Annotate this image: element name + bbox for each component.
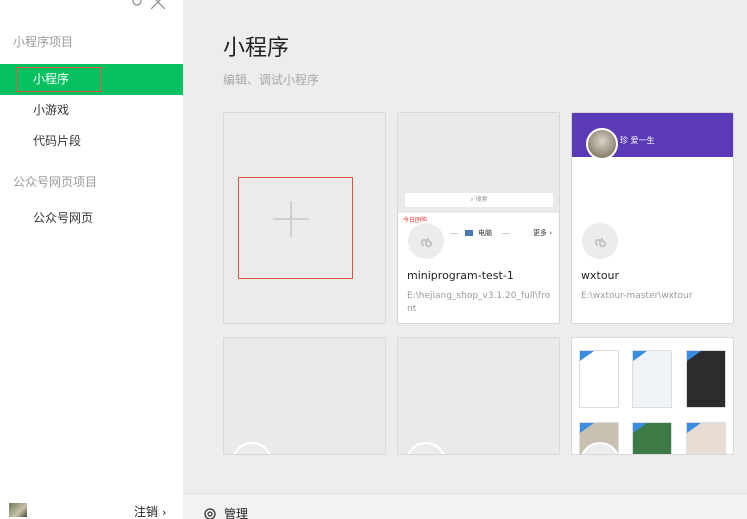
book-cover [686, 350, 726, 408]
selection-highlight [238, 177, 353, 279]
preview-divider [450, 233, 458, 234]
footer-bar: 管理 [183, 493, 747, 519]
manage-gear-icon[interactable] [203, 506, 217, 519]
project-card-wxtour[interactable]: 珍 爱一生 wxtour E:\wxtour-master\wxtour [571, 112, 734, 324]
project-path: E:\hejiang_shop_v3.1.20_full\front [407, 291, 551, 314]
sidebar-item-official-account-web[interactable]: 公众号网页 [0, 203, 183, 234]
preview-more: 更多 › [533, 229, 553, 237]
preview-category: 电脑 [478, 229, 492, 237]
miniprogram-icon [406, 221, 446, 261]
book-cover [632, 350, 672, 408]
logout-label: 注销 [134, 505, 159, 519]
project-card[interactable] [223, 337, 386, 455]
project-path: E:\wxtour-master\wxtour [581, 291, 693, 301]
project-preview: ⌕ 搜索 今日团购 电脑 更多 › [398, 113, 559, 237]
book-cover [686, 422, 726, 454]
project-card[interactable] [397, 337, 560, 455]
book-cover [579, 350, 619, 408]
manage-button[interactable]: 管理 [224, 505, 248, 519]
close-icon[interactable] [150, 0, 166, 10]
preview-divider [502, 233, 510, 234]
sidebar-item-label: 公众号网页 [33, 211, 94, 225]
project-name: miniprogram-test-1 [407, 269, 514, 282]
miniprogram-icon [232, 442, 272, 454]
preview-avatar [586, 128, 618, 160]
sidebar-item-label: 小游戏 [33, 103, 70, 117]
plus-icon [290, 201, 292, 237]
logout-button[interactable]: 注销 › [134, 503, 166, 519]
selection-highlight [16, 67, 102, 92]
chevron-right-icon: › [162, 506, 167, 519]
preview-banner-text: 珍 爱一生 [620, 136, 655, 145]
sidebar-item-minigame[interactable]: 小游戏 [0, 95, 183, 126]
project-name: wxtour [581, 269, 620, 282]
sidebar-item-code-snippets[interactable]: 代码片段 [0, 126, 183, 157]
avatar[interactable] [9, 503, 27, 517]
tv-icon [465, 230, 473, 236]
book-cover [632, 422, 672, 454]
main-panel: 小程序 编辑、调试小程序 ⌕ 搜索 今日团购 电脑 更多 › miniprogr… [183, 0, 747, 519]
sidebar-item-label: 代码片段 [33, 134, 82, 148]
page-subtitle: 编辑、调试小程序 [223, 73, 320, 87]
sidebar-footer: 注销 › [0, 493, 183, 519]
sidebar-item-miniprogram[interactable]: 小程序 [0, 64, 183, 95]
project-card-miniprogram-test-1[interactable]: ⌕ 搜索 今日团购 电脑 更多 › miniprogram-test-1 E:\… [397, 112, 560, 324]
section-label-miniprogram-projects: 小程序项目 [13, 35, 74, 49]
add-project-card[interactable] [223, 112, 386, 324]
page-title: 小程序 [223, 36, 290, 61]
project-preview: 珍 爱一生 [572, 113, 733, 237]
section-label-official-account-projects: 公众号网页项目 [13, 175, 98, 189]
gear-icon[interactable] [130, 0, 144, 6]
window-controls [130, 0, 175, 10]
miniprogram-icon [406, 442, 446, 454]
sidebar: 小程序项目 小程序 小游戏 代码片段 公众号网页项目 公众号网页 注销 › [0, 0, 183, 519]
preview-search-bar: ⌕ 搜索 [405, 193, 553, 207]
project-preview [572, 338, 733, 454]
project-card[interactable] [571, 337, 734, 455]
miniprogram-icon [580, 221, 620, 261]
